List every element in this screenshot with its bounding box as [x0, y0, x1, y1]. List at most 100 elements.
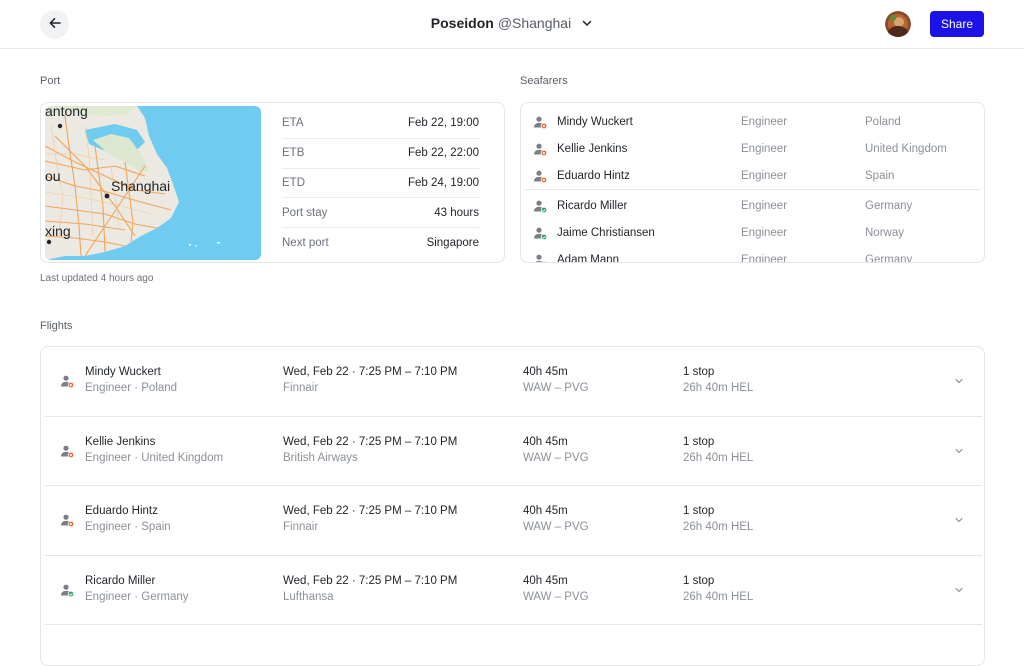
stops-cell: 1 stop 26h 40m HEL	[683, 364, 753, 396]
traveler-cell: Kellie Jenkins Engineer · United Kingdom	[85, 434, 223, 466]
seafarer-status-icon	[533, 115, 547, 129]
flight-route: WAW – PVG	[523, 521, 589, 533]
map-label-left: ou	[45, 168, 61, 184]
traveler-details: Engineer · Germany	[85, 590, 189, 603]
port-row-value: Feb 22, 19:00	[408, 117, 479, 130]
seafarer-row[interactable]: Eduardo Hintz Engineer Spain	[525, 162, 981, 189]
seafarer-row[interactable]: Adam Mann Engineer Germany	[525, 246, 981, 263]
port-row-key: ETB	[282, 147, 305, 160]
port-row: ETB Feb 22, 22:00	[282, 139, 479, 169]
vessel-port-selector[interactable]: Poseidon @Shanghai	[431, 15, 593, 31]
share-button[interactable]: Share	[930, 11, 984, 37]
vessel-name: Poseidon	[430, 15, 494, 31]
seafarer-status-icon	[533, 226, 547, 240]
seafarer-country: Poland	[865, 115, 901, 128]
traveler-status-icon	[59, 582, 75, 598]
seafarer-name: Jaime Christiansen	[557, 226, 655, 239]
chevron-down-icon[interactable]	[951, 512, 967, 528]
port-name: @Shanghai	[497, 15, 572, 31]
flight-time: Wed, Feb 22 · 7:25 PM – 7:10 PM	[283, 505, 458, 517]
flight-duration: 40h 45m	[523, 435, 568, 448]
seafarer-status-icon	[533, 169, 547, 183]
flights-card: Mindy Wuckert Engineer · Poland Wed, Feb 2…	[40, 346, 985, 666]
flight-row[interactable]: Mindy Wuckert Engineer · Poland Wed, Feb 2…	[45, 347, 982, 417]
flight-stops: 1 stop	[683, 366, 715, 378]
flights-section-label: Flights	[40, 320, 73, 332]
traveler-status-icon	[59, 373, 75, 389]
flight-route: WAW – PVG	[523, 451, 589, 464]
map-label-top: antong	[45, 106, 88, 119]
chevron-down-icon[interactable]	[951, 443, 967, 459]
user-avatar[interactable]	[885, 11, 911, 37]
seafarer-country: Germany	[865, 253, 913, 263]
traveler-status-icon	[59, 443, 75, 459]
port-section-label: Port	[40, 75, 61, 87]
port-row: ETD Feb 24, 19:00	[282, 169, 479, 199]
traveler-details: Engineer · United Kingdom	[85, 451, 224, 464]
seafarer-row[interactable]: Kellie Jenkins Engineer United Kingdom	[525, 135, 981, 162]
last-updated-text: Last updated 4 hours ago	[40, 273, 154, 284]
seafarer-row[interactable]: Mindy Wuckert Engineer Poland	[525, 108, 981, 135]
seafarer-name: Kellie Jenkins	[557, 142, 628, 155]
traveler-details: Engineer · Poland	[85, 382, 178, 394]
port-row-key: ETA	[282, 117, 304, 130]
port-row-key: Next port	[282, 237, 329, 250]
traveler-cell: Eduardo Hintz Engineer · Spain	[85, 503, 171, 535]
seafarer-row[interactable]: Jaime Christiansen Engineer Norway	[525, 219, 981, 246]
flight-airline: Lufthansa	[283, 590, 334, 603]
port-row: Port stay 43 hours	[282, 198, 479, 229]
seafarer-row[interactable]: Ricardo Miller Engineer Germany	[525, 189, 981, 219]
duration-cell: 40h 45m WAW – PVG	[523, 364, 589, 396]
schedule-cell: Wed, Feb 22 · 7:25 PM – 7:10 PM Finnair	[283, 364, 457, 396]
flight-time: Wed, Feb 22 · 7:25 PM – 7:10 PM	[283, 435, 458, 448]
flight-route: WAW – PVG	[523, 590, 589, 603]
flight-row[interactable]: Ricardo Miller Engineer · Germany Wed, Feb…	[45, 556, 982, 625]
port-row-value: Feb 24, 19:00	[408, 176, 479, 189]
flight-row[interactable]: Kellie Jenkins Engineer · United Kingdom W…	[45, 417, 982, 486]
flight-stops: 1 stop	[683, 435, 715, 448]
traveler-name: Mindy Wuckert	[85, 366, 161, 378]
flight-layover: 26h 40m HEL	[683, 590, 754, 603]
chevron-down-icon[interactable]	[951, 373, 967, 389]
seafarer-role: Engineer	[741, 142, 788, 155]
chevron-down-icon[interactable]	[951, 582, 967, 598]
port-row: Next port Singapore	[282, 228, 479, 258]
map-label-bottom: xing	[45, 223, 71, 239]
flight-row[interactable]: Eduardo Hintz Engineer · Spain Wed, Feb 22…	[45, 486, 982, 556]
flight-airline: British Airways	[283, 451, 358, 464]
seafarers-card: Mindy Wuckert Engineer Poland Kellie Jenkin…	[520, 102, 985, 263]
flight-stops: 1 stop	[683, 505, 715, 517]
flight-duration: 40h 45m	[523, 505, 568, 517]
seafarer-role: Engineer	[741, 169, 788, 182]
duration-cell: 40h 45m WAW – PVG	[523, 503, 589, 535]
seafarer-status-icon	[533, 253, 547, 262]
schedule-cell: Wed, Feb 22 · 7:25 PM – 7:10 PM British A…	[283, 434, 457, 466]
schedule-cell: Wed, Feb 22 · 7:25 PM – 7:10 PM Finnair	[283, 503, 457, 535]
seafarer-role: Engineer	[741, 253, 788, 263]
flight-stops: 1 stop	[683, 574, 715, 587]
seafarer-country: United Kingdom	[865, 142, 947, 155]
flight-airline: Finnair	[283, 382, 319, 394]
traveler-name: Eduardo Hintz	[85, 505, 158, 517]
traveler-details: Engineer · Spain	[85, 521, 171, 533]
seafarer-country: Norway	[865, 226, 904, 239]
seafarer-country: Germany	[865, 199, 913, 212]
flight-layover: 26h 40m HEL	[683, 451, 754, 464]
chevron-down-icon	[581, 17, 593, 29]
seafarer-role: Engineer	[741, 199, 788, 212]
flight-layover: 26h 40m HEL	[683, 382, 754, 394]
flight-route: WAW – PVG	[523, 382, 589, 394]
traveler-status-icon	[59, 512, 75, 528]
seafarer-role: Engineer	[741, 115, 788, 128]
duration-cell: 40h 45m WAW – PVG	[523, 573, 589, 605]
schedule-cell: Wed, Feb 22 · 7:25 PM – 7:10 PM Lufthansa	[283, 573, 457, 605]
traveler-cell: Mindy Wuckert Engineer · Poland	[85, 364, 177, 396]
flight-duration: 40h 45m	[523, 574, 568, 587]
port-row-value: 43 hours	[434, 206, 479, 219]
flight-duration: 40h 45m	[523, 366, 568, 378]
traveler-name: Ricardo Miller	[85, 574, 156, 587]
port-map[interactable]: antong Shanghai ou xing	[45, 106, 261, 260]
seafarer-role: Engineer	[741, 226, 788, 239]
traveler-cell: Ricardo Miller Engineer · Germany	[85, 573, 189, 605]
page-title: Poseidon @Shanghai	[0, 15, 1024, 31]
